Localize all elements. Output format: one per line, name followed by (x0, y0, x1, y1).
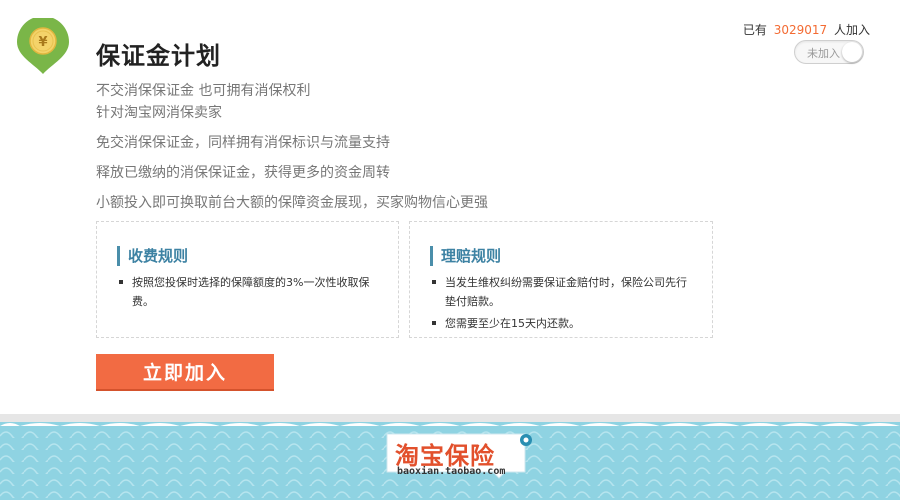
claim-rules-panel: 理赔规则 当发生维权纠纷需要保证金赔付时，保险公司先行垫付赔款。 您需要至少在1… (409, 221, 713, 338)
fee-rules-panel: 收费规则 按照您投保时选择的保障额度的3%一次性收取保费。 (96, 221, 399, 338)
join-now-button[interactable]: 立即加入 (96, 354, 274, 391)
claim-rules-list: 当发生维权纠纷需要保证金赔付时，保险公司先行垫付赔款。 您需要至少在15天内还款… (432, 273, 696, 336)
location-pin-icon (520, 434, 532, 446)
toggle-label: 未加入 (807, 47, 840, 60)
svg-text:¥: ¥ (38, 35, 47, 50)
join-status-toggle[interactable]: 未加入 (794, 40, 864, 64)
description-line: 免交消保保证金，同样拥有消保标识与流量支持 (96, 135, 390, 151)
fee-rules-title: 收费规则 (117, 246, 188, 266)
claim-rule-item: 当发生维权纠纷需要保证金赔付时，保险公司先行垫付赔款。 (432, 273, 696, 311)
description-line: 小额投入即可换取前台大额的保障资金展现，买家购物信心更强 (96, 195, 488, 211)
fee-rule-item: 按照您投保时选择的保障额度的3%一次性收取保费。 (119, 273, 382, 311)
description-line: 不交消保保证金 也可拥有消保权利 (96, 83, 311, 99)
page-title: 保证金计划 (96, 42, 221, 70)
claim-rules-title: 理赔规则 (430, 246, 501, 266)
fee-rules-list: 按照您投保时选择的保障额度的3%一次性收取保费。 (119, 273, 382, 314)
description-line: 针对淘宝网消保卖家 (96, 105, 222, 121)
claim-rule-item: 您需要至少在15天内还款。 (432, 314, 696, 333)
join-count-prefix: 已有 (742, 23, 767, 37)
brand-url: baoxian.taobao.com (397, 466, 506, 477)
yen-coin-badge-icon: ¥ (14, 18, 72, 76)
taobao-insurance-logo[interactable]: 淘宝保险 baoxian.taobao.com (385, 432, 533, 480)
description-line: 释放已缴纳的消保保证金，获得更多的资金周转 (96, 165, 390, 181)
join-count-suffix: 人加入 (833, 23, 870, 37)
join-count-number: 3029017 (773, 23, 828, 37)
join-count-text: 已有 3029017 人加入 (743, 21, 870, 38)
toggle-knob (842, 42, 862, 62)
